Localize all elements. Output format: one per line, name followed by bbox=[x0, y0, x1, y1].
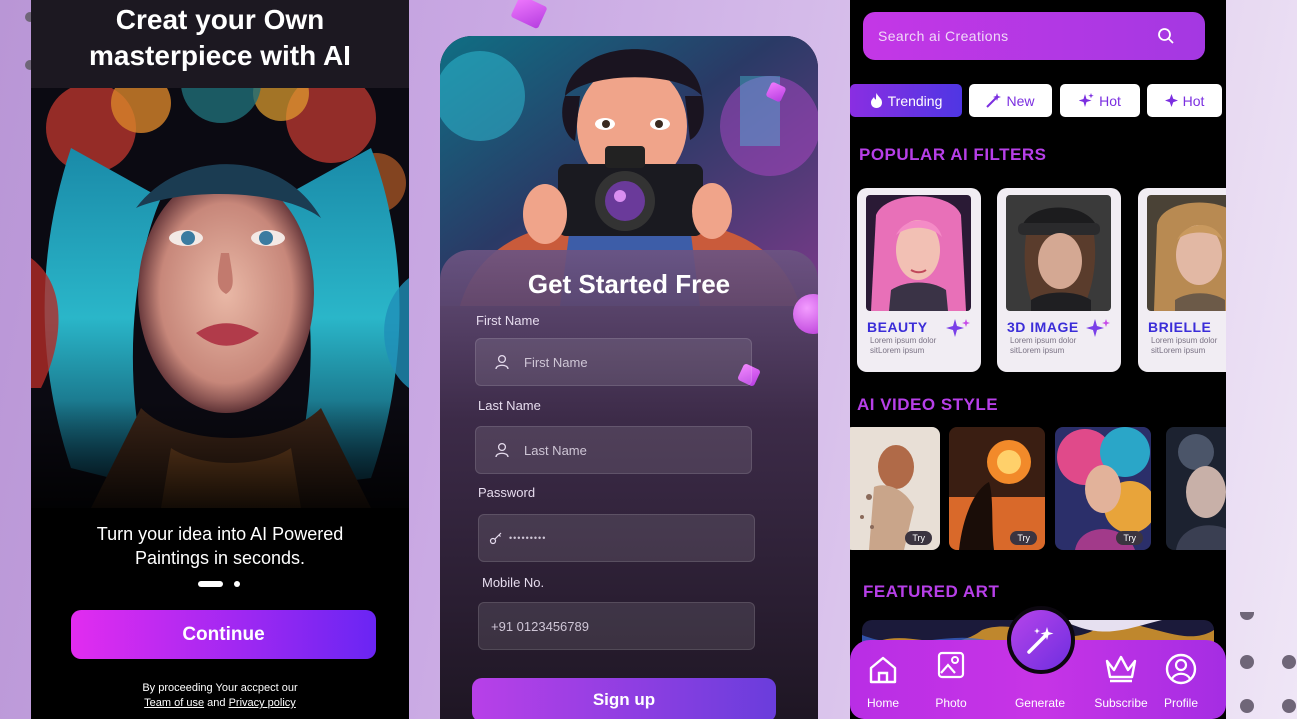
filter-name: 3D IMAGE bbox=[1007, 319, 1079, 335]
filter-desc: Lorem ipsum dolor sitLorem ipsum bbox=[1151, 336, 1218, 355]
section-title-popular: POPULAR AI FILTERS bbox=[859, 145, 1047, 164]
first-name-label: First Name bbox=[476, 313, 540, 328]
flame-icon bbox=[870, 93, 882, 108]
user-icon bbox=[495, 442, 509, 458]
chip-hot-2[interactable]: Hot bbox=[1147, 84, 1222, 117]
mobile-field[interactable]: +91 0123456789 bbox=[478, 602, 755, 650]
last-name-field[interactable]: Last Name bbox=[475, 426, 752, 474]
decor-dot bbox=[1240, 655, 1254, 669]
filter-thumbnail bbox=[1147, 195, 1226, 311]
sparkle-icon bbox=[1079, 93, 1094, 107]
search-icon[interactable] bbox=[1157, 27, 1175, 45]
filter-card-3d-image[interactable]: 3D IMAGE Lorem ipsum dolor sitLorem ipsu… bbox=[997, 188, 1121, 372]
sparkle-icon bbox=[946, 319, 970, 337]
continue-button[interactable]: Continue bbox=[71, 610, 376, 659]
decor-dot bbox=[1240, 699, 1254, 713]
password-field[interactable]: ••••••••• bbox=[478, 514, 755, 562]
video-style-card[interactable]: Try bbox=[1166, 427, 1226, 550]
home-screen: Trending New Hot Hot POPULAR AI FILTERS … bbox=[850, 0, 1226, 719]
first-name-placeholder: First Name bbox=[524, 354, 588, 370]
search-bar[interactable] bbox=[863, 12, 1205, 60]
page-dot-active bbox=[198, 581, 223, 587]
password-label: Password bbox=[478, 485, 536, 500]
mobile-value: +91 0123456789 bbox=[491, 618, 589, 634]
nav-subscribe[interactable]: Subscribe bbox=[1089, 651, 1153, 710]
photo-icon bbox=[937, 651, 965, 679]
search-input[interactable] bbox=[863, 28, 1157, 44]
last-name-placeholder: Last Name bbox=[524, 442, 587, 458]
legal-notice: By proceeding Your accpect our Team of u… bbox=[31, 681, 409, 711]
nav-photo[interactable]: Photo bbox=[919, 651, 983, 710]
password-value: ••••••••• bbox=[509, 533, 547, 543]
video-thumbnail bbox=[1166, 427, 1226, 550]
filter-desc: Lorem ipsum dolor sitLorem ipsum bbox=[870, 336, 937, 355]
section-title-video: AI VIDEO STYLE bbox=[857, 395, 999, 414]
sparkle-icon bbox=[1086, 319, 1110, 337]
last-name-label: Last Name bbox=[478, 398, 541, 413]
generate-button[interactable] bbox=[1007, 606, 1075, 674]
nav-home[interactable]: Home bbox=[851, 651, 915, 710]
signup-button[interactable]: Sign up bbox=[472, 678, 776, 719]
legal-line: By proceeding Your accpect our bbox=[142, 682, 298, 694]
sparkle-icon bbox=[1164, 94, 1178, 107]
video-style-card[interactable]: Try bbox=[1055, 427, 1151, 550]
home-icon bbox=[869, 656, 897, 684]
onboarding-screen: Creat your Own masterpiece with AI Turn … bbox=[31, 0, 409, 719]
profile-icon bbox=[1165, 653, 1197, 685]
video-style-card[interactable]: Try bbox=[850, 427, 940, 550]
decor-dot bbox=[1240, 612, 1254, 620]
magic-wand-icon bbox=[1027, 627, 1054, 654]
user-icon bbox=[495, 354, 509, 370]
signup-heading: Get Started Free bbox=[527, 269, 731, 299]
signup-screen: Get Started Free First Name First Name L… bbox=[440, 36, 818, 719]
chip-trending[interactable]: Trending bbox=[850, 84, 962, 117]
onboarding-tagline: Turn your idea into AI Powered Paintings… bbox=[96, 524, 344, 568]
magic-wand-icon bbox=[986, 93, 1002, 108]
chip-new[interactable]: New bbox=[969, 84, 1052, 117]
try-button[interactable]: Try bbox=[1010, 531, 1037, 545]
terms-link[interactable]: Team of use bbox=[144, 697, 204, 709]
decor-dot bbox=[1282, 699, 1296, 713]
key-icon bbox=[489, 532, 502, 545]
privacy-link[interactable]: Privacy policy bbox=[229, 697, 296, 709]
nav-profile[interactable]: Profile bbox=[1149, 651, 1213, 710]
filter-card-beauty[interactable]: BEAUTY Lorem ipsum dolor sitLorem ipsum bbox=[857, 188, 981, 372]
onboarding-title: Creat your Own masterpiece with AI bbox=[89, 4, 351, 71]
mobile-label: Mobile No. bbox=[482, 575, 545, 590]
decor-dot bbox=[1282, 655, 1296, 669]
crown-icon bbox=[1105, 655, 1137, 683]
chip-hot[interactable]: Hot bbox=[1060, 84, 1140, 117]
video-style-card[interactable]: Try bbox=[949, 427, 1045, 550]
filter-name: BRIELLE bbox=[1148, 319, 1212, 335]
filter-card-brielle[interactable]: BRIELLE Lorem ipsum dolor sitLorem ipsum bbox=[1138, 188, 1226, 372]
decor-cube bbox=[510, 0, 548, 30]
first-name-field[interactable]: First Name bbox=[475, 338, 752, 386]
filter-name: BEAUTY bbox=[867, 319, 928, 335]
filter-thumbnail bbox=[1006, 195, 1111, 311]
filter-thumbnail bbox=[866, 195, 971, 311]
try-button[interactable]: Try bbox=[1116, 531, 1143, 545]
try-button[interactable]: Try bbox=[905, 531, 932, 545]
page-dot bbox=[234, 581, 240, 587]
section-title-featured: FEATURED ART bbox=[863, 582, 1000, 601]
filter-desc: Lorem ipsum dolor sitLorem ipsum bbox=[1010, 336, 1077, 355]
